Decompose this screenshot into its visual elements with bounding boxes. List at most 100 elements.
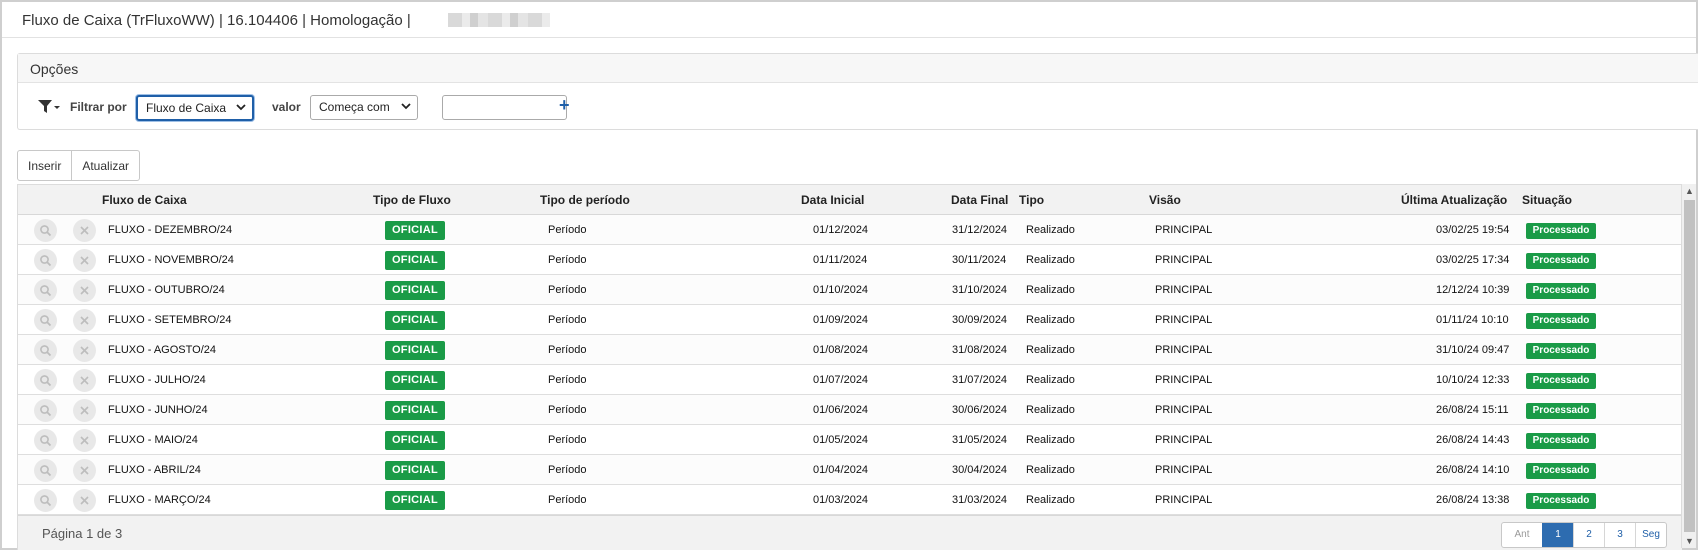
page-button-2[interactable]: 2: [1573, 523, 1604, 547]
next-page-button[interactable]: Seg: [1635, 523, 1666, 547]
search-icon[interactable]: [34, 309, 57, 332]
cell-visao: PRINCIPAL: [1155, 434, 1213, 446]
status-badge: Processado: [1526, 493, 1596, 509]
close-icon[interactable]: [73, 249, 96, 272]
cell-data-final: 30/04/2024: [952, 464, 1008, 476]
cell-data-inicial: 01/05/2024: [813, 434, 869, 446]
cell-tipo: Realizado: [1026, 464, 1075, 476]
page-button-3[interactable]: 3: [1604, 523, 1635, 547]
close-icon[interactable]: [73, 429, 96, 452]
cell-data-inicial: 01/12/2024: [813, 224, 869, 236]
column-header-situacao[interactable]: Situação: [1522, 193, 1572, 207]
filter-by-select[interactable]: Fluxo de Caixa: [136, 95, 254, 121]
table-row[interactable]: FLUXO - NOVEMBRO/24 Período 01/11/2024 30/1…: [18, 245, 1682, 275]
grid-footer: Página 1 de 3 Ant 1 2 3 Seg: [18, 515, 1682, 550]
cell-data-final: 31/03/2024: [952, 494, 1008, 506]
scrollbar-thumb[interactable]: [1684, 200, 1695, 532]
cell-visao: PRINCIPAL: [1155, 374, 1213, 386]
search-icon[interactable]: [34, 279, 57, 302]
cell-tipo-periodo: Período: [548, 494, 587, 506]
column-header-ultima-atualizacao[interactable]: Última Atualização: [1401, 193, 1507, 207]
close-icon[interactable]: [73, 369, 96, 392]
filter-icon[interactable]: [36, 96, 62, 116]
close-icon[interactable]: [73, 309, 96, 332]
table-row[interactable]: FLUXO - MARÇO/24 Período 01/03/2024 31/03/2…: [18, 485, 1682, 515]
column-header-data-final[interactable]: Data Final: [951, 193, 1008, 207]
cell-fluxo: FLUXO - DEZEMBRO/24: [108, 224, 233, 236]
cell-data-final: 31/12/2024: [952, 224, 1008, 236]
cell-data-inicial: 01/10/2024: [813, 284, 869, 296]
refresh-button[interactable]: Atualizar: [71, 151, 139, 180]
status-badge: Processado: [1526, 433, 1596, 449]
search-icon[interactable]: [34, 249, 57, 272]
cell-tipo: Realizado: [1026, 224, 1075, 236]
cell-fluxo: FLUXO - AGOSTO/24: [108, 344, 216, 356]
cell-fluxo: FLUXO - MAIO/24: [108, 434, 198, 446]
cell-fluxo: FLUXO - OUTUBRO/24: [108, 284, 225, 296]
column-header-tipo[interactable]: Tipo: [1019, 193, 1044, 207]
search-icon[interactable]: [34, 369, 57, 392]
vertical-scrollbar[interactable]: ▲ ▼: [1681, 184, 1696, 548]
table-row[interactable]: FLUXO - AGOSTO/24 Período 01/08/2024 31/08/…: [18, 335, 1682, 365]
close-icon[interactable]: [73, 399, 96, 422]
cell-visao: PRINCIPAL: [1155, 284, 1213, 296]
column-header-fluxo[interactable]: Fluxo de Caixa: [102, 193, 187, 207]
cell-ultima-atualizacao: 03/02/25 19:54: [1436, 224, 1510, 236]
status-badge: Processado: [1526, 373, 1596, 389]
cell-data-inicial: 01/03/2024: [813, 494, 869, 506]
page-button-1[interactable]: 1: [1542, 523, 1573, 547]
plus-icon[interactable]: +: [559, 95, 570, 116]
cell-visao: PRINCIPAL: [1155, 344, 1213, 356]
prev-page-button[interactable]: Ant: [1502, 523, 1542, 547]
cell-tipo: Realizado: [1026, 284, 1075, 296]
cell-data-inicial: 01/07/2024: [813, 374, 869, 386]
page-title: Fluxo de Caixa (TrFluxoWW) | 16.104406 |…: [22, 12, 411, 29]
cell-fluxo: FLUXO - MARÇO/24: [108, 494, 211, 506]
filter-value-input[interactable]: [442, 95, 567, 120]
column-header-tipo-periodo[interactable]: Tipo de período: [540, 193, 630, 207]
table-row[interactable]: FLUXO - JULHO/24 Período 01/07/2024 31/07/2…: [18, 365, 1682, 395]
cell-data-inicial: 01/06/2024: [813, 404, 869, 416]
search-icon[interactable]: [34, 219, 57, 242]
insert-button[interactable]: Inserir: [18, 151, 71, 180]
close-icon[interactable]: [73, 459, 96, 482]
cell-ultima-atualizacao: 03/02/25 17:34: [1436, 254, 1510, 266]
cell-visao: PRINCIPAL: [1155, 254, 1213, 266]
flow-type-badge: OFICIAL: [385, 401, 445, 420]
search-icon[interactable]: [34, 429, 57, 452]
close-icon[interactable]: [73, 489, 96, 512]
column-header-tipo-fluxo[interactable]: Tipo de Fluxo: [373, 193, 451, 207]
cell-tipo-periodo: Período: [548, 464, 587, 476]
flow-type-badge: OFICIAL: [385, 311, 445, 330]
search-icon[interactable]: [34, 489, 57, 512]
close-icon[interactable]: [73, 219, 96, 242]
column-header-visao[interactable]: Visão: [1149, 193, 1181, 207]
flow-type-badge: OFICIAL: [385, 491, 445, 510]
cell-fluxo: FLUXO - SETEMBRO/24: [108, 314, 232, 326]
search-icon[interactable]: [34, 399, 57, 422]
close-icon[interactable]: [73, 339, 96, 362]
table-row[interactable]: FLUXO - MAIO/24 Período 01/05/2024 31/05/20…: [18, 425, 1682, 455]
cell-tipo-periodo: Período: [548, 344, 587, 356]
table-row[interactable]: FLUXO - DEZEMBRO/24 Período 01/12/2024 31/1…: [18, 215, 1682, 245]
flow-type-badge: OFICIAL: [385, 281, 445, 300]
cell-tipo: Realizado: [1026, 254, 1075, 266]
operator-select[interactable]: Começa com: [310, 95, 418, 120]
scroll-up-icon[interactable]: ▲: [1685, 186, 1694, 196]
status-badge: Processado: [1526, 313, 1596, 329]
cell-ultima-atualizacao: 10/10/24 12:33: [1436, 374, 1510, 386]
options-panel-title: Opções: [30, 61, 79, 77]
cell-tipo-periodo: Período: [548, 254, 587, 266]
table-row[interactable]: FLUXO - JUNHO/24 Período 01/06/2024 30/06/2…: [18, 395, 1682, 425]
close-icon[interactable]: [73, 279, 96, 302]
table-row[interactable]: FLUXO - OUTUBRO/24 Período 01/10/2024 31/10…: [18, 275, 1682, 305]
search-icon[interactable]: [34, 459, 57, 482]
pagination: Ant 1 2 3 Seg: [1501, 522, 1667, 548]
table-row[interactable]: FLUXO - SETEMBRO/24 Período 01/09/2024 30/0…: [18, 305, 1682, 335]
table-row[interactable]: FLUXO - ABRIL/24 Período 01/04/2024 30/04/2…: [18, 455, 1682, 485]
flow-type-badge: OFICIAL: [385, 251, 445, 270]
cell-fluxo: FLUXO - NOVEMBRO/24: [108, 254, 234, 266]
search-icon[interactable]: [34, 339, 57, 362]
column-header-data-inicial[interactable]: Data Inicial: [801, 193, 864, 207]
scroll-down-icon[interactable]: ▼: [1685, 536, 1694, 546]
